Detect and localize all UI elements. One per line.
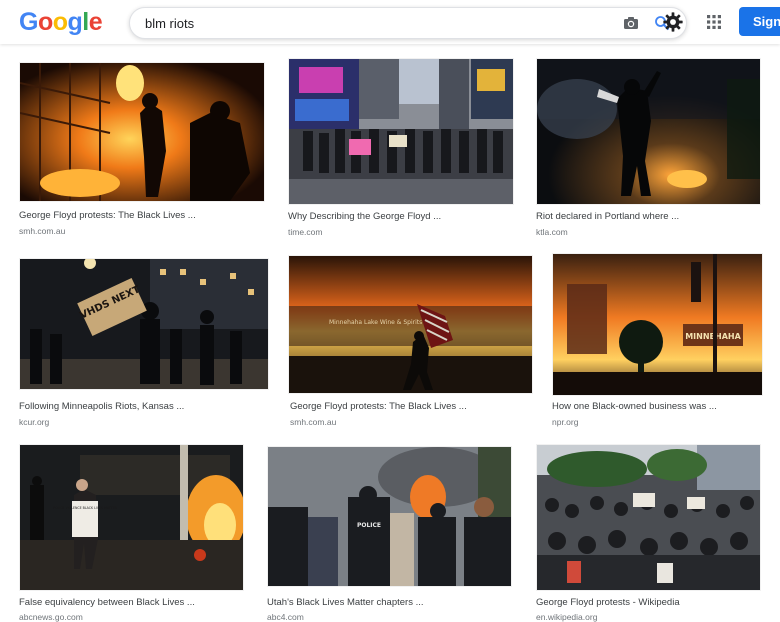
result-source: en.wikipedia.org bbox=[536, 612, 598, 622]
camera-icon[interactable] bbox=[623, 15, 639, 31]
logo-letter: G bbox=[19, 8, 38, 36]
logo-letter: e bbox=[88, 8, 103, 36]
google-logo[interactable]: Google bbox=[19, 8, 103, 37]
result-thumbnail[interactable] bbox=[536, 58, 761, 205]
result-source: time.com bbox=[288, 227, 323, 237]
result-title[interactable]: False equivalency between Black Lives ..… bbox=[19, 597, 195, 608]
search-input[interactable] bbox=[145, 14, 585, 32]
result-thumbnail[interactable] bbox=[288, 58, 514, 205]
result-thumbnail[interactable]: Minnehaha Lake Wine & Spirits bbox=[288, 255, 533, 394]
result-source: smh.com.au bbox=[290, 417, 337, 427]
logo-letter: o bbox=[37, 8, 53, 36]
result-source: abc4.com bbox=[267, 612, 304, 622]
top-bar: Google blm riots Sign bbox=[0, 0, 780, 44]
svg-text:Minnehaha Lake Wine & Spirits: Minnehaha Lake Wine & Spirits bbox=[329, 319, 422, 326]
result-thumbnail[interactable]: POLICE VIOLENCE BLACK LIVES MATTER bbox=[19, 444, 244, 591]
protest-sign-text: POLICE VIOLENCE BLACK LIVES MATTER bbox=[53, 506, 117, 510]
result-title[interactable]: How one Black-owned business was ... bbox=[552, 401, 717, 412]
result-thumbnail[interactable] bbox=[19, 62, 265, 202]
police-vest-text: POLICE bbox=[357, 522, 381, 529]
result-title[interactable]: Utah's Black Lives Matter chapters ... bbox=[267, 597, 424, 608]
result-title[interactable]: Following Minneapolis Riots, Kansas ... bbox=[19, 401, 184, 412]
gear-icon[interactable] bbox=[662, 11, 684, 33]
result-title[interactable]: Riot declared in Portland where ... bbox=[536, 211, 679, 222]
result-source: ktla.com bbox=[536, 227, 568, 237]
result-title[interactable]: George Floyd protests: The Black Lives .… bbox=[290, 401, 467, 412]
logo-letter: g bbox=[67, 8, 83, 36]
apps-grid-icon[interactable] bbox=[706, 14, 722, 30]
sign-in-button[interactable]: Sign bbox=[739, 7, 780, 36]
result-thumbnail[interactable]: VHDS NEXT bbox=[19, 258, 269, 390]
result-source: abcnews.go.com bbox=[19, 612, 83, 622]
result-title[interactable]: Why Describing the George Floyd ... bbox=[288, 211, 441, 222]
result-source: smh.com.au bbox=[19, 226, 66, 236]
result-thumbnail[interactable]: MINNEHAHA bbox=[552, 253, 763, 396]
result-thumbnail[interactable]: POLICE bbox=[267, 446, 512, 587]
result-title[interactable]: George Floyd protests: The Black Lives .… bbox=[19, 210, 196, 221]
result-source: npr.org bbox=[552, 417, 579, 427]
result-thumbnail[interactable] bbox=[536, 444, 761, 591]
result-source: kcur.org bbox=[19, 417, 50, 427]
logo-letter: o bbox=[52, 8, 68, 36]
result-title[interactable]: George Floyd protests - Wikipedia bbox=[536, 597, 680, 608]
search-box[interactable] bbox=[129, 7, 687, 39]
